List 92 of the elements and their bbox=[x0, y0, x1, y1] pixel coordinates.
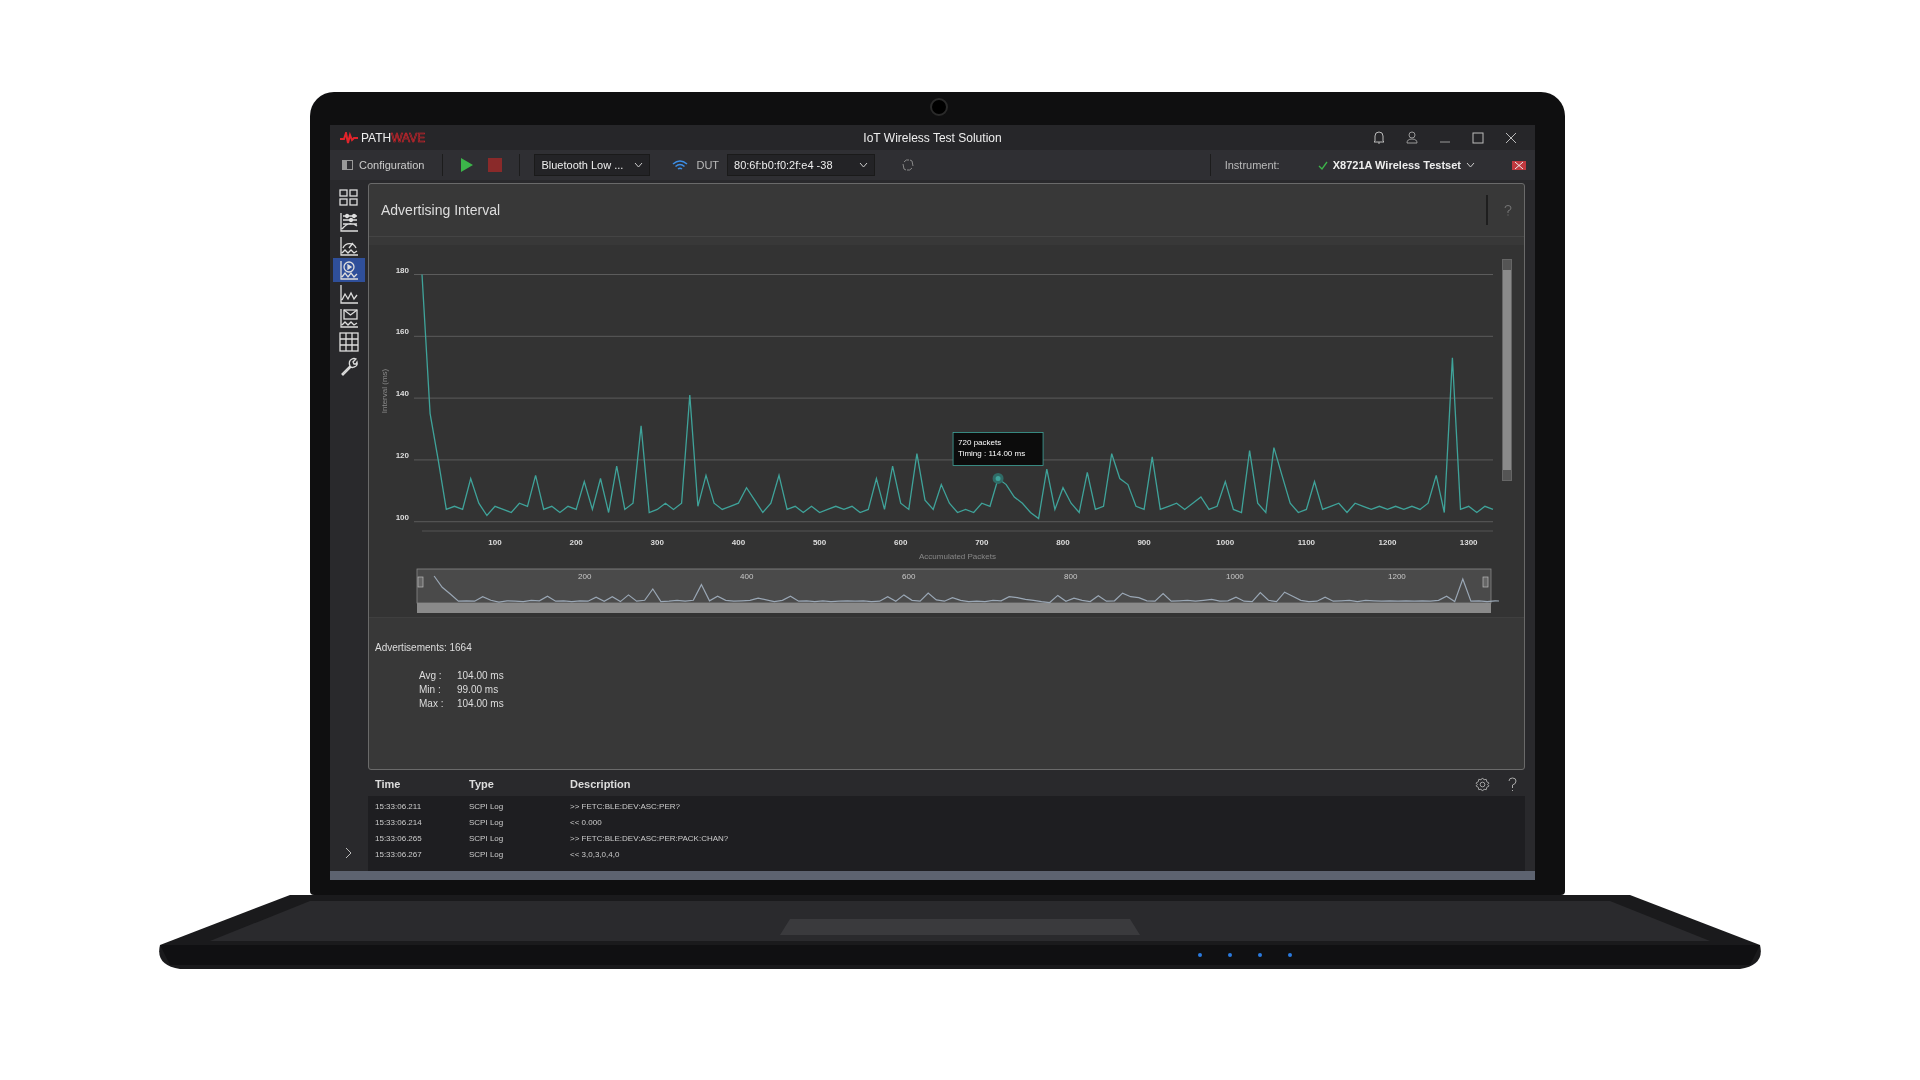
refresh-icon[interactable] bbox=[901, 158, 916, 172]
dut-label: DUT bbox=[696, 159, 720, 171]
panel-title: Advertising Interval bbox=[381, 202, 501, 218]
x-tick-label: 700 bbox=[975, 538, 989, 547]
camera-dot bbox=[930, 98, 948, 116]
grid-icon bbox=[339, 188, 359, 208]
check-icon bbox=[1317, 160, 1328, 170]
x-tick-label: 100 bbox=[488, 538, 502, 547]
table-cell-text: SCPI Log bbox=[469, 849, 505, 859]
line-chart-icon bbox=[339, 284, 359, 304]
tooltip: 720 packets Timing : 114.00 ms bbox=[952, 432, 1044, 466]
stat-label: Avg : bbox=[419, 670, 443, 681]
y-tick-label: 100 bbox=[395, 512, 409, 522]
chevron-down-icon bbox=[634, 162, 644, 168]
x-tick-label: 900 bbox=[1137, 538, 1151, 547]
annotation: 720 packets Timing : 114.00 ms bbox=[958, 438, 1026, 459]
scroll-thumb[interactable] bbox=[1503, 270, 1511, 470]
gauge-chart-icon bbox=[339, 236, 359, 256]
navigator-label: 400 bbox=[740, 572, 754, 581]
configuration-button[interactable]: Configuration bbox=[338, 159, 429, 171]
x-tick-label: 200 bbox=[569, 538, 583, 547]
wrench-icon bbox=[339, 356, 359, 376]
y-axis-label: Interval (ms) bbox=[380, 368, 389, 414]
stat-label: Min : bbox=[419, 684, 442, 695]
stat-value: 99.00 ms bbox=[457, 684, 500, 695]
table-cell-text: >> FETC:BLE:DEV:ASC:PER:PACK:CHAN? bbox=[570, 833, 730, 843]
scrollbar[interactable] bbox=[330, 871, 1535, 880]
x-tick-label: 1200 bbox=[1378, 538, 1397, 547]
column-header: Description bbox=[570, 778, 632, 790]
panel-icon bbox=[342, 160, 353, 170]
instrument-label: Instrument: bbox=[1224, 159, 1280, 171]
x-axis-label: Accumulated Packets bbox=[919, 552, 996, 561]
table-cell-text: 15:33:06.211 bbox=[375, 801, 423, 811]
x-tick-label: 500 bbox=[812, 538, 827, 547]
brand-name: PATHWAVE bbox=[361, 130, 426, 145]
navigator-label: 800 bbox=[1064, 572, 1078, 581]
column-header: Type bbox=[469, 778, 495, 790]
stat-label: Max : bbox=[419, 698, 445, 709]
table-cell-text: SCPI Log bbox=[469, 817, 505, 827]
bell-icon[interactable] bbox=[1373, 131, 1385, 144]
stopwatch-chart-icon bbox=[339, 260, 359, 280]
table-cell-text: 15:33:06.265 bbox=[375, 833, 423, 843]
advertisements-count: Advertisements: 1664 bbox=[375, 642, 473, 653]
table-cell-text: 15:33:06.267 bbox=[375, 849, 423, 859]
scrollbar[interactable] bbox=[1502, 259, 1512, 481]
range-handle[interactable] bbox=[417, 576, 424, 588]
x-tick-label: 800 bbox=[1056, 538, 1070, 547]
envelope-chart-icon bbox=[339, 308, 359, 328]
wave-logo-icon bbox=[340, 131, 358, 144]
stat-value: 104.00 ms bbox=[457, 670, 504, 681]
navigator-label: 200 bbox=[578, 572, 592, 581]
wifi-icon bbox=[672, 159, 689, 171]
x-tick-label: 600 bbox=[894, 538, 908, 547]
column-header: Time bbox=[375, 778, 402, 790]
y-tick-label: 140 bbox=[395, 389, 409, 399]
close-icon[interactable] bbox=[1505, 131, 1517, 144]
x-tick-label: 1100 bbox=[1297, 538, 1316, 547]
navigator-label: 1000 bbox=[1226, 572, 1244, 581]
table-cell-text: << 0.000 bbox=[570, 817, 603, 827]
x-tick-label: 400 bbox=[731, 538, 746, 547]
x-tick-label: 1000 bbox=[1216, 538, 1235, 547]
chevron-down-icon bbox=[1466, 162, 1475, 168]
y-tick-label: 180 bbox=[395, 265, 409, 275]
table-cell-text: >> FETC:BLE:DEV:ASC:PER? bbox=[570, 801, 681, 811]
navigator-label: 1200 bbox=[1388, 572, 1406, 581]
table-cell-text: 15:33:06.214 bbox=[375, 817, 423, 827]
table-cell-text: << 3,0,3,0,4,0 bbox=[570, 849, 621, 859]
chevron-down-icon bbox=[859, 162, 869, 168]
play-icon[interactable] bbox=[460, 157, 475, 173]
technology-dropdown[interactable]: Bluetooth Low ... bbox=[534, 154, 651, 176]
range-handle[interactable] bbox=[1482, 576, 1489, 588]
table-icon bbox=[339, 332, 359, 352]
table-cell-text: SCPI Log bbox=[469, 833, 505, 843]
y-tick-label: 120 bbox=[395, 450, 409, 460]
dut-dropdown[interactable]: 80:6f:b0:f0:2f:e4 -38 bbox=[727, 154, 876, 176]
sidebar-item[interactable] bbox=[333, 258, 365, 282]
sliders-chart-icon bbox=[339, 212, 359, 232]
navigator-label: 600 bbox=[902, 572, 916, 581]
x-tick-label: 1300 bbox=[1459, 538, 1478, 547]
window-title: IoT Wireless Test Solution bbox=[863, 130, 1002, 145]
disconnected-icon[interactable] bbox=[1511, 159, 1527, 171]
table-cell-text: SCPI Log bbox=[469, 801, 505, 811]
settings-icon[interactable] bbox=[1475, 776, 1490, 792]
stat-value: 104.00 ms bbox=[457, 698, 504, 709]
user-icon[interactable] bbox=[1406, 131, 1418, 144]
instrument-dropdown[interactable]: X8721A Wireless Testset bbox=[1311, 158, 1481, 172]
y-tick-label: 160 bbox=[395, 327, 409, 337]
maximize-icon[interactable] bbox=[1472, 131, 1484, 144]
point-marker bbox=[992, 472, 1004, 484]
chevron-right-icon[interactable] bbox=[345, 847, 353, 859]
x-tick-label: 300 bbox=[650, 538, 664, 547]
help-icon[interactable] bbox=[1508, 776, 1517, 792]
